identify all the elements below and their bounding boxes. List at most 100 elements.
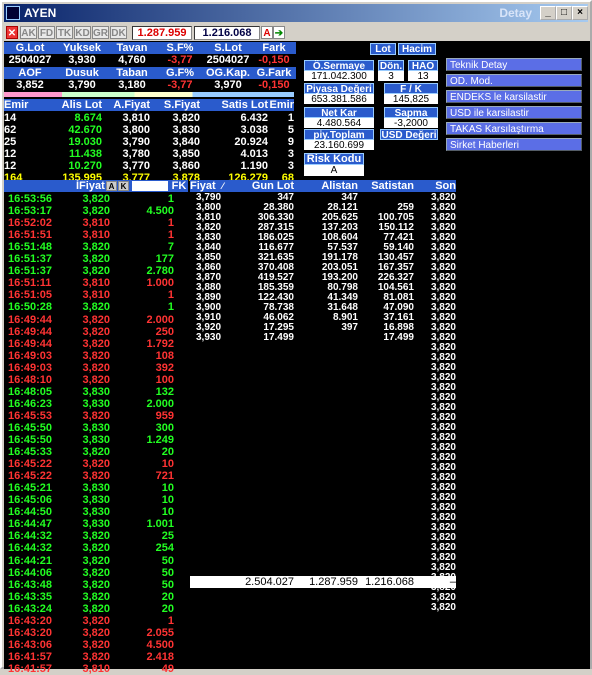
pv-row: 3,790 347 347: [4, 193, 464, 203]
trade-lot: 10: [161, 506, 174, 519]
trade-row: 16:43:06 3,820 4.500: [4, 639, 188, 651]
summary-header-2-1: Dusuk: [56, 67, 108, 79]
trades-k-button[interactable]: K: [118, 181, 129, 191]
arrow-button[interactable]: ➔: [273, 26, 285, 39]
trade-price: 3,820: [82, 554, 110, 567]
trade-time: 16:45:06: [8, 494, 53, 507]
depth-cell: 6.432: [240, 112, 268, 124]
trade-time: 16:44:32: [8, 542, 53, 555]
trade-row: 16:45:53 3,820 959: [4, 410, 188, 422]
trade-row: 16:45:22 3,820 721: [4, 470, 188, 482]
risk-label: Risk Kodu: [304, 153, 364, 165]
trade-lot: 2.000: [146, 397, 174, 410]
trades-a-button[interactable]: A: [106, 181, 117, 191]
netkar-value: 4.480.564: [304, 118, 374, 129]
menu-item-0[interactable]: Teknik Detay: [446, 58, 582, 71]
pv-row: 3,930 17.499 17.499: [4, 333, 464, 343]
risk-value: A: [304, 165, 364, 176]
summary-value-2-3: -3,77: [156, 79, 204, 91]
trade-price: 3,820: [82, 373, 110, 386]
toolbar-button-dk[interactable]: DK: [110, 26, 127, 39]
lot-button[interactable]: Lot: [370, 43, 396, 55]
hao-value: 13: [408, 71, 438, 82]
trade-time: 16:43:20: [8, 614, 53, 627]
trade-row: 16:45:22 3,820 10: [4, 458, 188, 470]
a-button[interactable]: A: [261, 26, 273, 39]
trade-price: 3,820: [82, 349, 110, 362]
trade-time: 16:49:03: [8, 349, 53, 362]
depth-cell: 10.270: [68, 160, 102, 172]
trade-row: 16:44:06 3,820 50: [4, 567, 188, 579]
trade-lot: 20: [161, 602, 174, 615]
fk-value: 145,825: [384, 94, 438, 105]
trade-price: 3,830: [82, 494, 110, 507]
summary-header-1-3: S.F%: [156, 42, 204, 54]
trades-filter-input[interactable]: [132, 181, 168, 191]
menu-item-4[interactable]: TAKAS Karsılaştırma: [446, 122, 582, 135]
hacim-button[interactable]: Hacim: [398, 43, 436, 55]
trade-price: 3,820: [82, 602, 110, 615]
sort-icon[interactable]: ⁄: [222, 180, 224, 192]
depth-row: 62 42.670 3,800 3,830 3.038 5: [4, 124, 294, 136]
trade-price: 3,820: [82, 361, 110, 374]
summary-header-2-3: G.F%: [156, 67, 204, 79]
summary-value-2-2: 3,180: [108, 79, 156, 91]
trade-row: 16:45:21 3,830 10: [4, 482, 188, 494]
toolbar-button-gr[interactable]: GR: [92, 26, 109, 39]
pv-header-0: Fiyat: [190, 180, 216, 192]
window-title-right: Detay: [499, 6, 532, 20]
maximize-button[interactable]: □: [556, 6, 572, 20]
trade-time: 16:41:57: [8, 650, 53, 663]
pv-header-3: Satistan: [371, 180, 414, 192]
don-label: Dön.: [378, 60, 404, 72]
trade-lot: 10: [161, 494, 174, 507]
close-panel-icon[interactable]: ✕: [6, 26, 18, 39]
trade-time: 16:45:53: [8, 409, 53, 422]
don-value: 3: [378, 71, 404, 82]
pv-header-1: Gun Lot: [251, 180, 294, 192]
trade-time: 16:45:22: [8, 458, 53, 471]
trade-lot: 1.001: [146, 518, 174, 531]
depth-cell: 42.670: [68, 124, 102, 136]
trade-lot: 2.418: [146, 650, 174, 663]
trade-price: 3,820: [82, 470, 110, 483]
summary-value-1-3: -3,77: [156, 54, 204, 66]
toolbar-button-tk[interactable]: TK: [56, 26, 73, 39]
depth-cell: 3: [287, 148, 294, 160]
trade-price: 3,830: [82, 385, 110, 398]
sapma-value: -3,2000: [384, 118, 438, 129]
depth-cell: 3,800: [122, 124, 150, 136]
trade-row: 16:44:47 3,830 1.001: [4, 518, 188, 530]
close-button[interactable]: ×: [572, 6, 588, 20]
summary-value-2-1: 3,790: [56, 79, 108, 91]
trade-time: 16:45:50: [8, 421, 53, 434]
toolbar-button-ak[interactable]: AK: [20, 26, 37, 39]
trades-header-fiyat: İFiyat: [76, 180, 105, 192]
trade-time: 16:44:47: [8, 518, 53, 531]
usd-value-button[interactable]: USD Değeri: [380, 129, 438, 141]
trade-time: 16:45:33: [8, 446, 53, 459]
trade-lot: 100: [155, 373, 174, 386]
toolbar-button-kd[interactable]: KD: [74, 26, 91, 39]
pv-cell: 397: [341, 322, 358, 333]
summary-header-1-1: Yuksek: [56, 42, 108, 54]
depth-cell: 3,770: [122, 160, 150, 172]
trade-time: 16:45:21: [8, 482, 53, 495]
trade-time: 16:44:32: [8, 530, 53, 543]
menu-item-3[interactable]: USD ile karsilastir: [446, 106, 582, 119]
trade-price: 3,830: [82, 518, 110, 531]
trade-row: 16:43:20 3,820 1: [4, 615, 188, 627]
summary-value-2-0: 3,852: [4, 79, 56, 91]
toolbar-button-fd[interactable]: FD: [38, 26, 55, 39]
trade-price: 3,820: [82, 530, 110, 543]
trade-row: 16:45:06 3,830 10: [4, 494, 188, 506]
trade-lot: 25: [161, 530, 174, 543]
trades-fk-button[interactable]: FK: [170, 180, 188, 192]
depth-header-3: S.Fiyat: [150, 99, 200, 111]
trade-lot: 108: [155, 349, 174, 362]
menu-item-5[interactable]: Sirket Haberleri: [446, 138, 582, 151]
menu-item-2[interactable]: ENDEKS le karsilastir: [446, 90, 582, 103]
minimize-button[interactable]: _: [540, 6, 556, 20]
menu-item-1[interactable]: OD. Mod.: [446, 74, 582, 87]
hao-label: HAO: [408, 60, 438, 72]
